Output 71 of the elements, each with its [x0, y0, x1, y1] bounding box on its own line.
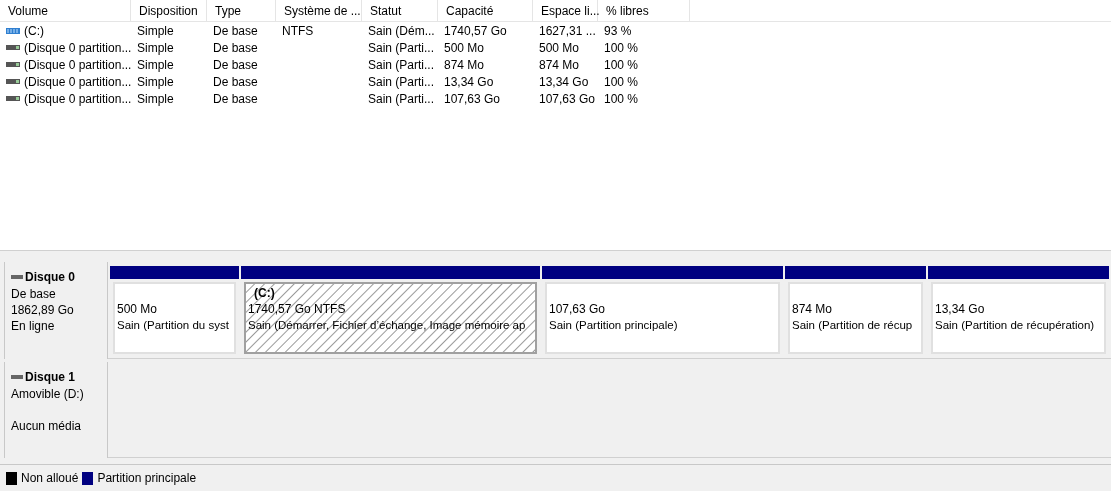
table-cell-text: Simple — [137, 90, 174, 108]
table-cell-text: 13,34 Go — [444, 73, 494, 91]
partition-size: 874 Mo — [792, 301, 834, 317]
partition-status: Sain (Démarrer, Fichier d’échange, Image mémoire ap — [248, 318, 527, 333]
partition-status: Sain (Partition de récup — [792, 318, 914, 333]
table-cell-text: 107,63 Go — [539, 90, 596, 108]
table-cell-text: 13,34 Go — [539, 73, 589, 91]
disk-info: En ligne — [11, 318, 56, 334]
table-cell-text: 500 Mo — [539, 39, 580, 57]
table-cell-text: Simple — [137, 22, 174, 40]
table-cell-text: (Disque 0 partition... — [24, 56, 132, 74]
drive-icon — [6, 96, 20, 101]
table-cell-text: 100 % — [604, 56, 639, 74]
table-cell-text: De base — [213, 39, 258, 57]
table-cell-text: (C:) — [24, 22, 44, 40]
partition-title: (C:) — [253, 286, 276, 301]
column-header[interactable]: % libres — [598, 0, 690, 21]
partition-size: 500 Mo — [117, 301, 159, 317]
table-cell-text: Sain (Parti... — [368, 90, 435, 108]
disk-info: De base — [11, 286, 57, 302]
table-cell-text: De base — [213, 56, 258, 74]
table-cell-text: (Disque 0 partition... — [24, 39, 132, 57]
table-cell-text: 500 Mo — [444, 39, 485, 57]
column-header[interactable]: Espace li... — [533, 0, 598, 21]
table-cell-text: Simple — [137, 73, 174, 91]
disk-name: Disque 0 — [25, 269, 75, 286]
partition-size: 107,63 Go — [549, 301, 607, 317]
table-cell-text: NTFS — [282, 22, 314, 40]
table-cell-text: Sain (Dém... — [368, 22, 435, 40]
table-cell-text: 107,63 Go — [444, 90, 501, 108]
table-cell-text: 1740,57 Go — [444, 22, 507, 40]
partition-status: Sain (Partition principale) — [549, 318, 679, 333]
table-cell-text: (Disque 0 partition... — [24, 73, 132, 91]
column-header[interactable]: Disposition — [131, 0, 207, 21]
legend-label: Partition principale — [97, 470, 197, 487]
disk-panel[interactable]: Disque 0 De base 1862,89 Go En ligne — [4, 262, 108, 359]
disk-info: Aucun média — [11, 417, 83, 434]
table-cell-text: De base — [213, 90, 258, 108]
drive-icon — [6, 27, 20, 34]
legend-label: Non alloué — [21, 470, 79, 487]
column-header[interactable]: Capacité — [438, 0, 533, 21]
drive-icon — [6, 62, 20, 67]
table-cell-text: 100 % — [604, 39, 639, 57]
table-cell-text: Sain (Parti... — [368, 39, 435, 57]
column-header[interactable]: Statut — [362, 0, 438, 21]
disk-name: Disque 1 — [25, 368, 75, 386]
partition-status: Sain (Partition de récupération) — [935, 318, 1096, 333]
column-header[interactable]: Volume — [0, 0, 131, 21]
partition-size: 1740,57 Go NTFS — [248, 301, 347, 317]
table-cell-text: 874 Mo — [539, 56, 580, 74]
partition-status: Sain (Partition du syst — [117, 318, 230, 333]
disk-info: 1862,89 Go — [11, 302, 75, 318]
table-cell-text: (Disque 0 partition... — [24, 90, 132, 108]
disk-info: Amovible (D:) — [11, 385, 85, 402]
table-cell-text: Simple — [137, 56, 174, 74]
table-cell-text: Sain (Parti... — [368, 73, 435, 91]
table-cell-text: 100 % — [604, 90, 639, 108]
table-cell-text: Sain (Parti... — [368, 56, 435, 74]
drive-icon — [6, 45, 20, 50]
table-cell-text: Simple — [137, 39, 174, 57]
disk-panel[interactable]: Disque 1 Amovible (D:) Aucun média — [4, 361, 108, 458]
drive-icon — [6, 79, 20, 84]
table-cell-text: 93 % — [604, 22, 632, 40]
table-cell-text: 874 Mo — [444, 56, 485, 74]
table-cell-text: 100 % — [604, 73, 639, 91]
column-header[interactable]: Type — [207, 0, 276, 21]
table-cell-text: De base — [213, 22, 258, 40]
partition-size: 13,34 Go — [935, 301, 986, 317]
table-cell-text: De base — [213, 73, 258, 91]
column-header[interactable]: Système de ... — [276, 0, 362, 21]
table-cell-text: 1627,31 ... — [539, 22, 596, 40]
